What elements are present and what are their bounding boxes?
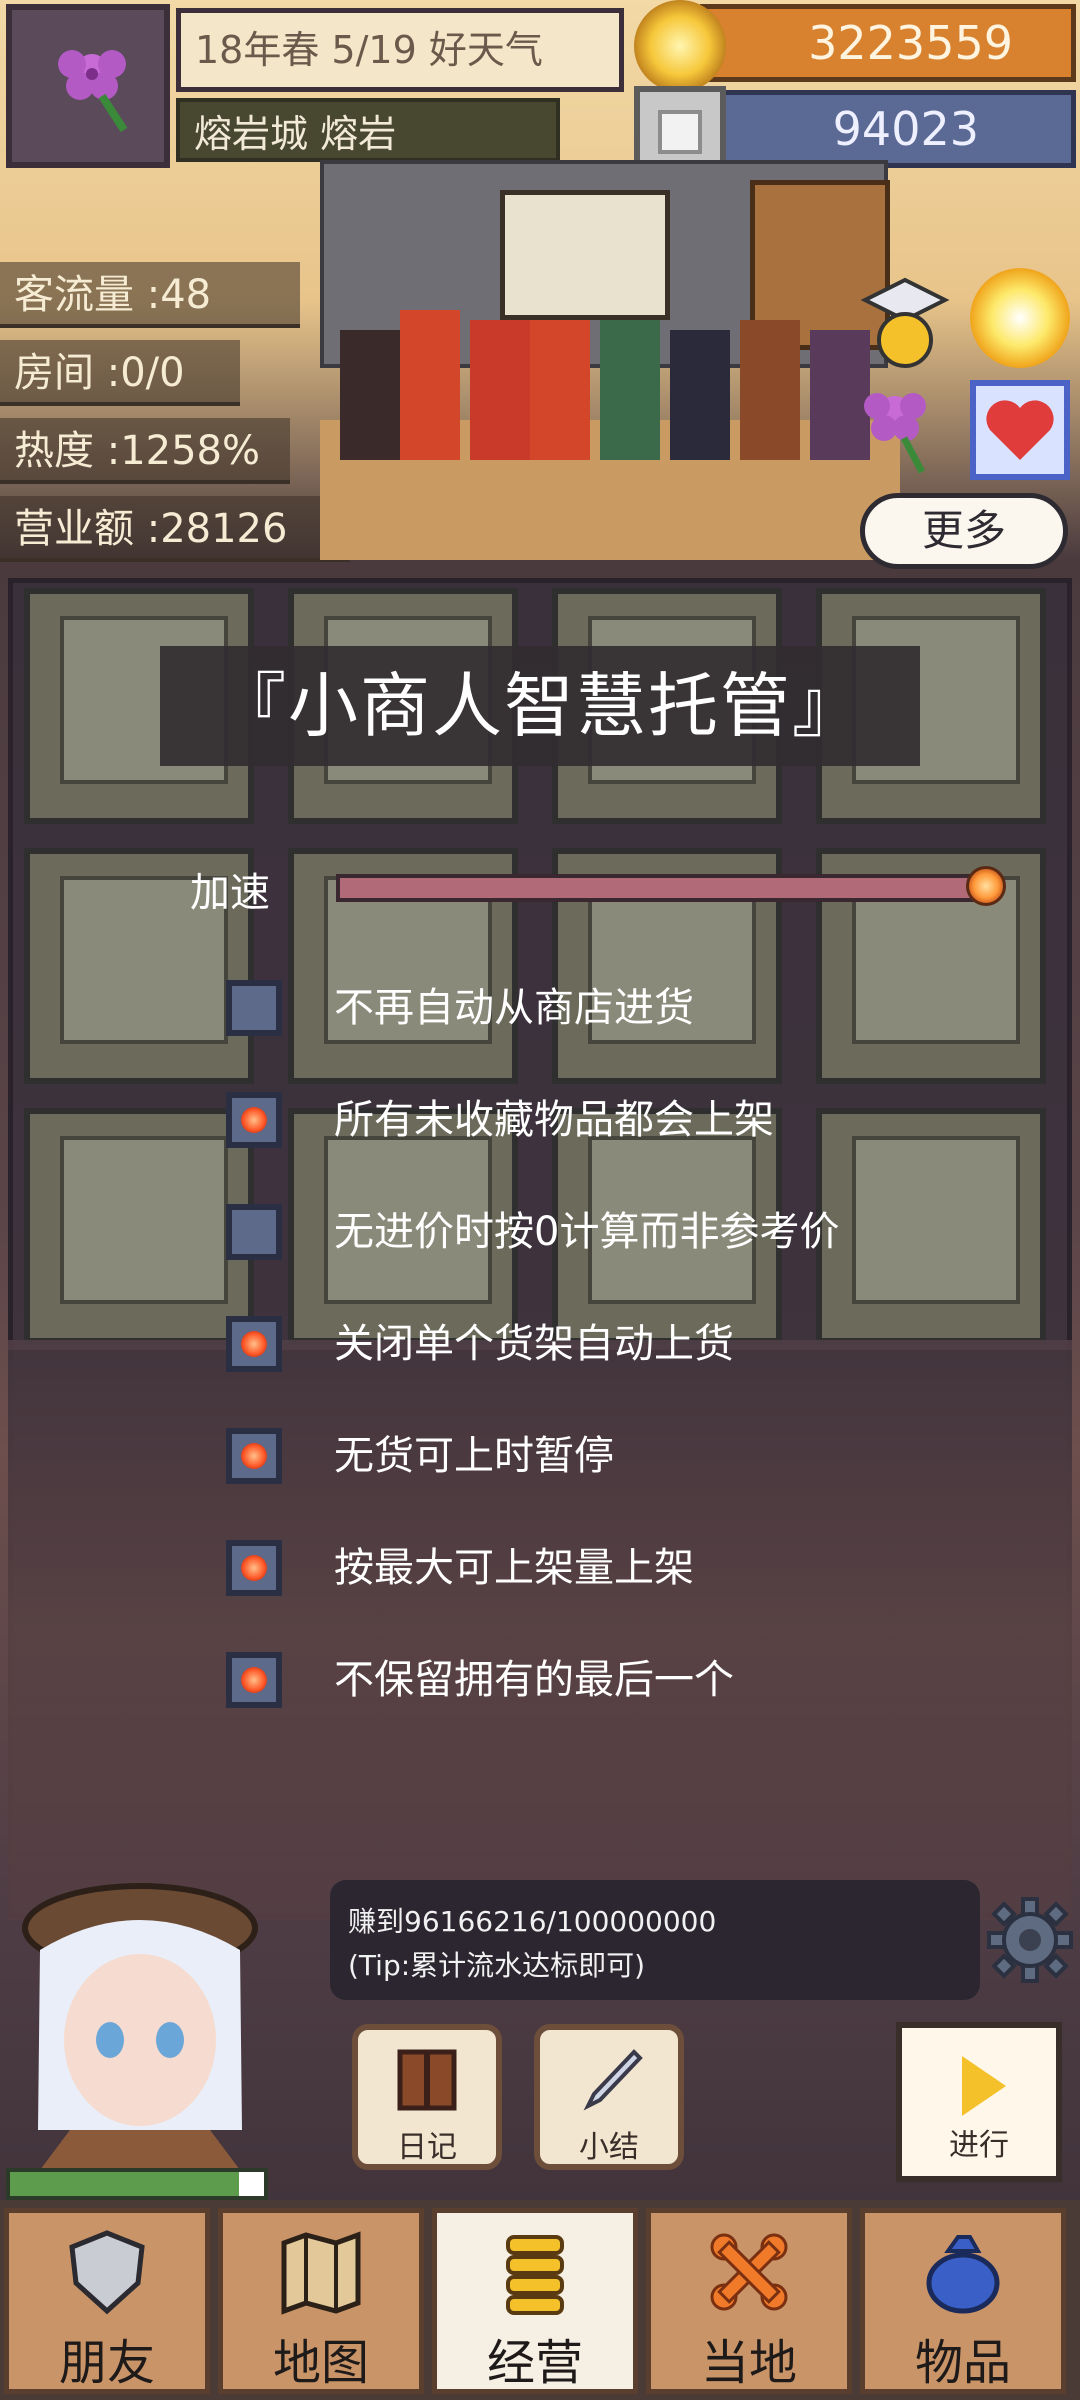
bag-icon — [926, 2235, 1000, 2314]
diary-label: 日记 — [397, 2130, 457, 2165]
goal-box: 赚到96166216/100000000 (Tip:累计流水达标即可) — [330, 1880, 980, 2000]
diary-icon — [397, 2049, 457, 2111]
shelf-slot[interactable] — [816, 1108, 1046, 1344]
proceed-button[interactable]: 进行 — [896, 2022, 1062, 2182]
nav-label: 当地 — [700, 2335, 797, 2391]
coin-icon — [634, 0, 726, 92]
option-label: 按最大可上架量上架 — [334, 1545, 694, 1591]
shelf-slot[interactable] — [24, 1108, 254, 1344]
goal-progress: 赚到96166216/100000000 — [348, 1905, 717, 1938]
option-checkbox[interactable] — [226, 980, 282, 1036]
flower-icon — [58, 50, 128, 133]
goal-tip: (Tip:累计流水达标即可) — [348, 1949, 646, 1982]
option-checkbox[interactable] — [226, 1204, 282, 1260]
nav-item-friends[interactable]: 朋友 — [4, 2208, 210, 2394]
option-label: 无货可上时暂停 — [334, 1433, 614, 1479]
nav-label: 地图 — [272, 2335, 369, 2391]
character-portrait — [22, 1883, 258, 2170]
speed-slider-knob[interactable] — [966, 866, 1006, 906]
option-checkbox[interactable] — [226, 1092, 282, 1148]
speed-label: 加速 — [190, 870, 270, 916]
nav-label: 物品 — [914, 2335, 1011, 2391]
gem-counter: 94023 — [700, 90, 1076, 168]
option-checkbox[interactable] — [226, 1428, 282, 1484]
stat-traffic: 客流量 :48 — [0, 262, 300, 328]
option-label: 不再自动从商店进货 — [334, 985, 694, 1031]
option-label: 无进价时按0计算而非参考价 — [334, 1209, 840, 1255]
customers-crowd — [340, 310, 870, 460]
heart-icon — [986, 400, 1054, 460]
option-checkbox[interactable] — [226, 1316, 282, 1372]
player-avatar[interactable] — [6, 4, 170, 168]
speed-slider-fill — [340, 878, 982, 898]
nav-label: 经营 — [486, 2335, 583, 2391]
summary-button[interactable]: 小结 — [534, 2024, 684, 2170]
diary-button[interactable]: 日记 — [352, 2024, 502, 2170]
health-bar — [6, 2168, 268, 2200]
sun-icon[interactable] — [970, 268, 1070, 368]
summary-label: 小结 — [579, 2130, 639, 2165]
panel-title: 『小商人智慧托管』 — [160, 646, 920, 766]
proceed-label: 进行 — [949, 2128, 1009, 2163]
nav-label: 朋友 — [58, 2335, 155, 2391]
nav-item-local[interactable]: 当地 — [646, 2208, 852, 2394]
stat-rooms: 房间 :0/0 — [0, 340, 240, 406]
shield-icon — [69, 2230, 145, 2315]
option-label: 不保留拥有的最后一个 — [334, 1657, 734, 1703]
lantern-icon — [860, 277, 950, 368]
coins-icon — [506, 2235, 564, 2315]
nav-item-business[interactable]: 经营 — [432, 2208, 638, 2394]
option-checkbox[interactable] — [226, 1540, 282, 1596]
more-button[interactable]: 更多 — [860, 493, 1068, 569]
quill-icon — [583, 2049, 643, 2111]
play-icon — [962, 2056, 1006, 2116]
health-bar-fill — [10, 2172, 239, 2196]
speed-slider[interactable] — [336, 874, 986, 902]
bone-icon — [710, 2233, 788, 2311]
location-label: 熔岩城 熔岩 — [176, 98, 560, 162]
date-weather: 18年春 5/19 好天气 — [176, 8, 624, 92]
nav-item-map[interactable]: 地图 — [218, 2208, 424, 2394]
stat-revenue: 营业额 :28126 — [0, 496, 350, 562]
option-label: 关闭单个货架自动上货 — [334, 1321, 734, 1367]
option-label: 所有未收藏物品都会上架 — [334, 1097, 774, 1143]
nav-item-items[interactable]: 物品 — [860, 2208, 1066, 2394]
coin-counter: 3223559 — [700, 4, 1076, 82]
stat-heat: 热度 :1258% — [0, 418, 290, 484]
map-icon — [281, 2231, 361, 2315]
heart-button[interactable] — [970, 380, 1070, 480]
settings-gear-icon[interactable] — [985, 1895, 1075, 1985]
option-checkbox[interactable] — [226, 1652, 282, 1708]
flower-icon — [864, 393, 926, 474]
